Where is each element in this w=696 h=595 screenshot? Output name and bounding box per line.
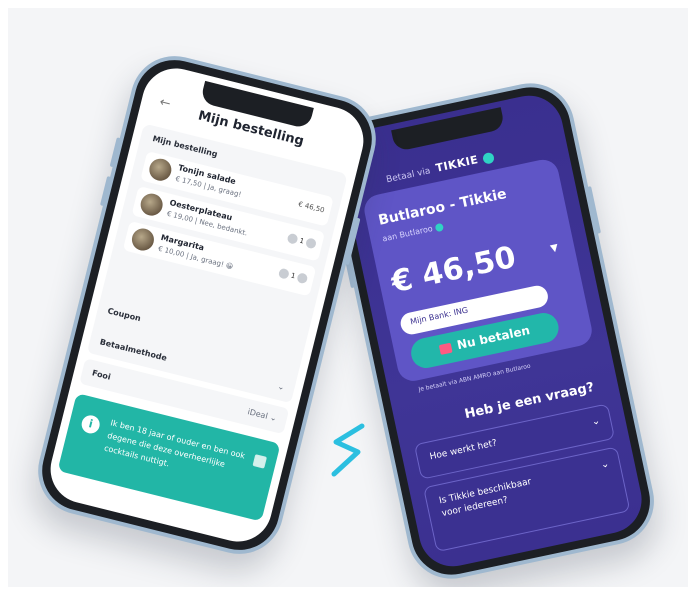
chevron-down-icon: ⌄ xyxy=(599,458,611,471)
notch xyxy=(391,107,506,152)
amount: € 46,50 xyxy=(388,239,519,301)
consent-text: Ik ben 18 jaar of ouder en ben ook degen… xyxy=(103,418,247,469)
order-screen: ← Mijn bestelling Mijn bestelling Tonijn… xyxy=(43,61,371,549)
minus-icon[interactable] xyxy=(277,267,290,280)
side-button xyxy=(109,137,121,168)
card-icon xyxy=(438,342,453,355)
side-button xyxy=(99,176,112,207)
payment-card: Butlaroo - Tikkie aan Butlaroo € 46,50 ▼… xyxy=(361,156,595,384)
tikkie-logo-icon xyxy=(482,151,496,165)
verified-icon xyxy=(434,222,445,232)
food-thumbnail xyxy=(147,156,174,184)
minus-icon[interactable] xyxy=(286,232,299,245)
tikkie-logo: TIKKIE xyxy=(434,153,480,175)
power-button xyxy=(587,186,602,234)
squiggle-icon xyxy=(331,423,365,477)
food-thumbnail xyxy=(129,226,157,253)
plus-icon[interactable] xyxy=(304,237,318,250)
quantity-stepper[interactable]: 1 xyxy=(286,232,318,250)
chevron-down-icon: ⌄ xyxy=(268,412,278,424)
chevron-down-icon: ⌄ xyxy=(590,415,602,428)
stage: Betaal via TIKKIE Butlaroo - Tikkie aan … xyxy=(8,8,688,587)
phone-order: ← Mijn bestelling Mijn bestelling Tonijn… xyxy=(28,46,386,564)
plus-icon[interactable] xyxy=(296,272,309,285)
consent-checkbox[interactable] xyxy=(252,454,268,469)
order-total: € 46,50 xyxy=(297,200,326,215)
quantity-stepper[interactable]: 1 xyxy=(277,267,309,285)
tikkie-screen: Betaal via TIKKIE Butlaroo - Tikkie aan … xyxy=(334,89,648,573)
chevron-down-icon: ⌄ xyxy=(276,381,286,393)
chevron-down-icon[interactable]: ▼ xyxy=(549,242,559,254)
info-icon: i xyxy=(79,413,102,436)
food-thumbnail xyxy=(138,191,165,218)
